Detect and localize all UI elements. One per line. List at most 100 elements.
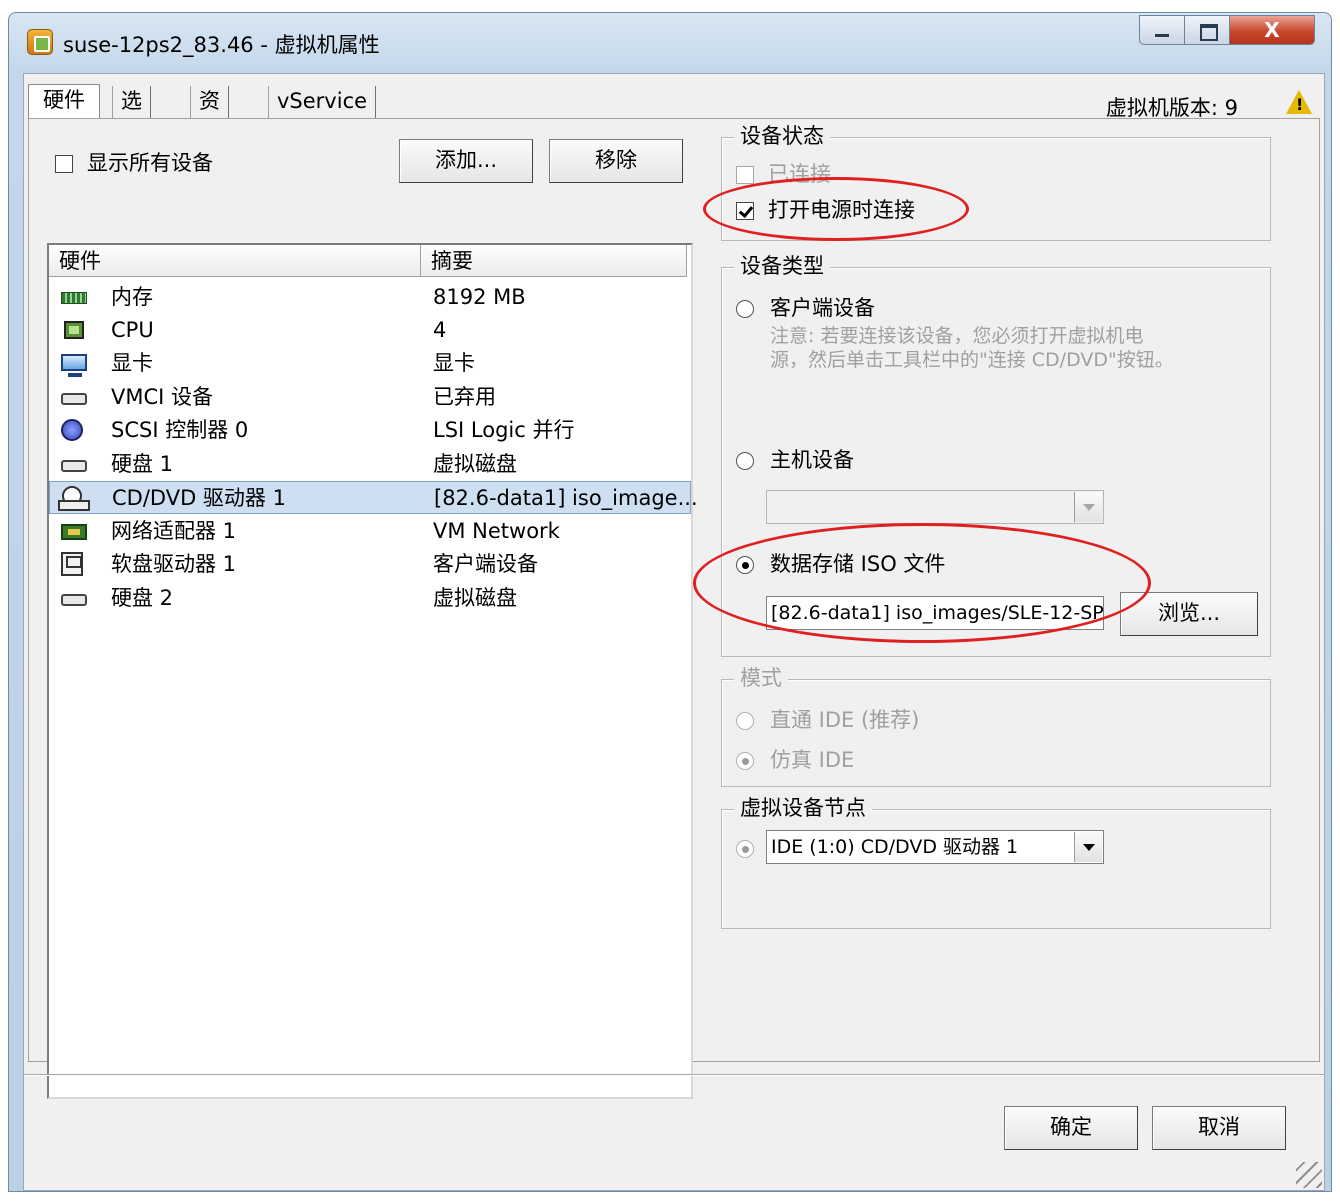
device-type-legend: 设备类型 (734, 253, 830, 279)
show-all-devices-box[interactable] (55, 155, 73, 173)
hard-disk-icon (61, 594, 87, 606)
virtual-device-node-legend: 虚拟设备节点 (734, 795, 872, 821)
emulate-ide-label: 仿真 IDE (770, 748, 855, 772)
device-summary: 4 (433, 318, 447, 342)
cd-dvd-icon (58, 486, 90, 511)
iso-path-value: [82.6-data1] iso_images/SLE-12-SP2 (771, 602, 1104, 624)
device-name: 网络适配器 1 (111, 519, 237, 543)
close-button[interactable]: X (1229, 15, 1315, 45)
connected-label: 已连接 (768, 162, 831, 186)
device-row-hdd2[interactable]: 硬盘 2 虚拟磁盘 (49, 582, 691, 615)
host-device-select[interactable] (766, 490, 1104, 524)
mode-legend: 模式 (734, 665, 788, 691)
device-type-group: 设备类型 客户端设备 注意: 若要连接该设备，您必须打开虚拟机电 源，然后单击工… (721, 253, 1271, 657)
device-summary: [82.6-data1] iso_image... (434, 486, 698, 510)
maximize-button[interactable] (1184, 15, 1230, 45)
device-summary: 已弃用 (433, 385, 496, 409)
show-all-devices-label: 显示所有设备 (87, 151, 213, 175)
device-summary: LSI Logic 并行 (433, 418, 575, 442)
datastore-iso-radio[interactable]: 数据存储 ISO 文件 (736, 550, 945, 578)
cancel-button[interactable]: 取消 (1152, 1106, 1286, 1150)
footer-separator (24, 1074, 1324, 1076)
host-device-radio[interactable]: 主机设备 (736, 446, 854, 474)
scsi-controller-icon (61, 419, 83, 441)
device-summary: 虚拟磁盘 (433, 586, 517, 610)
connected-checkbox[interactable]: 已连接 (736, 160, 831, 188)
network-adapter-icon (61, 524, 87, 540)
window-frame: suse-12ps2_83.46 - 虚拟机属性 X 硬件 选项 资源 vSer… (8, 12, 1332, 1192)
caption-buttons: X (1139, 15, 1315, 45)
client-device-label: 客户端设备 (770, 296, 875, 320)
add-device-button[interactable]: 添加... (399, 139, 533, 183)
virtual-device-node-select[interactable]: IDE (1:0) CD/DVD 驱动器 1 (766, 830, 1104, 864)
dialog-client: 硬件 选项 资源 vService 虚拟机版本: 9 显示所有设备 添加... … (23, 73, 1325, 1191)
virtual-device-node-group: 虚拟设备节点 IDE (1:0) CD/DVD 驱动器 1 (721, 795, 1271, 929)
device-name: SCSI 控制器 0 (111, 418, 249, 442)
datastore-iso-radio-dot[interactable] (736, 556, 754, 574)
memory-icon (61, 292, 87, 304)
title-bar[interactable]: suse-12ps2_83.46 - 虚拟机属性 X (9, 13, 1331, 69)
device-list[interactable]: 硬件 摘要 内存 8192 MB CPU 4 显卡 显卡 VMCI 设备 已弃用… (47, 243, 698, 1099)
device-summary: 显卡 (433, 351, 475, 375)
chevron-down-icon[interactable] (1074, 492, 1102, 522)
connect-at-power-on-box[interactable] (736, 202, 754, 220)
device-name: 硬盘 1 (111, 452, 174, 476)
tab-options[interactable]: 选项 (112, 86, 151, 143)
resize-grip-icon[interactable] (1296, 1162, 1322, 1188)
virtual-node-radio (736, 834, 770, 862)
host-device-radio-dot[interactable] (736, 452, 754, 470)
browse-button[interactable]: 浏览... (1120, 592, 1258, 636)
device-row-network[interactable]: 网络适配器 1 VM Network (49, 515, 691, 548)
host-device-label: 主机设备 (770, 448, 854, 472)
device-name: CD/DVD 驱动器 1 (112, 486, 286, 510)
column-hardware[interactable]: 硬件 (49, 245, 421, 277)
device-name: VMCI 设备 (111, 385, 214, 409)
cpu-icon (64, 321, 84, 339)
ok-button[interactable]: 确定 (1004, 1106, 1138, 1150)
device-name: 内存 (111, 285, 153, 309)
device-summary: 客户端设备 (433, 552, 538, 576)
minimize-button[interactable] (1139, 15, 1185, 45)
device-row-floppy[interactable]: 软盘驱动器 1 客户端设备 (49, 548, 691, 581)
passthrough-ide-radio-dot[interactable] (736, 712, 754, 730)
datastore-iso-label: 数据存储 ISO 文件 (770, 552, 946, 576)
mode-group: 模式 直通 IDE (推荐) 仿真 IDE (721, 665, 1271, 787)
vm-app-icon (27, 29, 53, 55)
device-status-legend: 设备状态 (734, 123, 830, 149)
connected-box[interactable] (736, 166, 754, 184)
iso-path-field[interactable]: [82.6-data1] iso_images/SLE-12-SP2 (766, 596, 1104, 630)
virtual-device-node-value: IDE (1:0) CD/DVD 驱动器 1 (771, 836, 1019, 858)
connect-at-power-on-checkbox[interactable]: 打开电源时连接 (736, 196, 915, 224)
warning-icon (1286, 90, 1312, 114)
device-row-vmci[interactable]: VMCI 设备 已弃用 (49, 381, 691, 414)
hardware-tab-panel: 显示所有设备 添加... 移除 硬件 摘要 内存 8192 MB CPU 4 显… (28, 118, 1320, 1099)
tab-hardware[interactable]: 硬件 (28, 84, 100, 120)
device-summary: 虚拟磁盘 (433, 452, 517, 476)
client-device-radio[interactable]: 客户端设备 (736, 294, 875, 322)
device-row-cpu[interactable]: CPU 4 (49, 314, 691, 347)
device-name: CPU (111, 318, 154, 342)
emulate-ide-radio[interactable]: 仿真 IDE (736, 746, 854, 774)
show-all-devices-checkbox[interactable]: 显示所有设备 (55, 149, 213, 177)
passthrough-ide-label: 直通 IDE (推荐) (770, 708, 920, 732)
chevron-down-icon[interactable] (1074, 832, 1102, 862)
device-row-scsi[interactable]: SCSI 控制器 0 LSI Logic 并行 (49, 414, 691, 447)
device-row-memory[interactable]: 内存 8192 MB (49, 281, 691, 314)
column-summary[interactable]: 摘要 (421, 245, 687, 277)
tab-vservice[interactable]: vService (268, 86, 377, 118)
emulate-ide-radio-dot[interactable] (736, 752, 754, 770)
device-row-cd-dvd[interactable]: CD/DVD 驱动器 1 [82.6-data1] iso_image... (49, 481, 698, 514)
device-row-hdd1[interactable]: 硬盘 1 虚拟磁盘 (49, 448, 691, 481)
tab-resources[interactable]: 资源 (190, 86, 229, 143)
device-status-group: 设备状态 已连接 打开电源时连接 (721, 123, 1271, 241)
connect-at-power-on-label: 打开电源时连接 (768, 198, 915, 222)
remove-device-button[interactable]: 移除 (549, 139, 683, 183)
device-summary: 8192 MB (433, 285, 526, 309)
passthrough-ide-radio[interactable]: 直通 IDE (推荐) (736, 706, 919, 734)
client-device-radio-dot[interactable] (736, 300, 754, 318)
device-list-header: 硬件 摘要 (49, 245, 691, 277)
floppy-icon (61, 552, 83, 576)
device-name: 硬盘 2 (111, 586, 174, 610)
device-row-display[interactable]: 显卡 显卡 (49, 347, 691, 380)
window-title: suse-12ps2_83.46 - 虚拟机属性 (63, 33, 380, 57)
